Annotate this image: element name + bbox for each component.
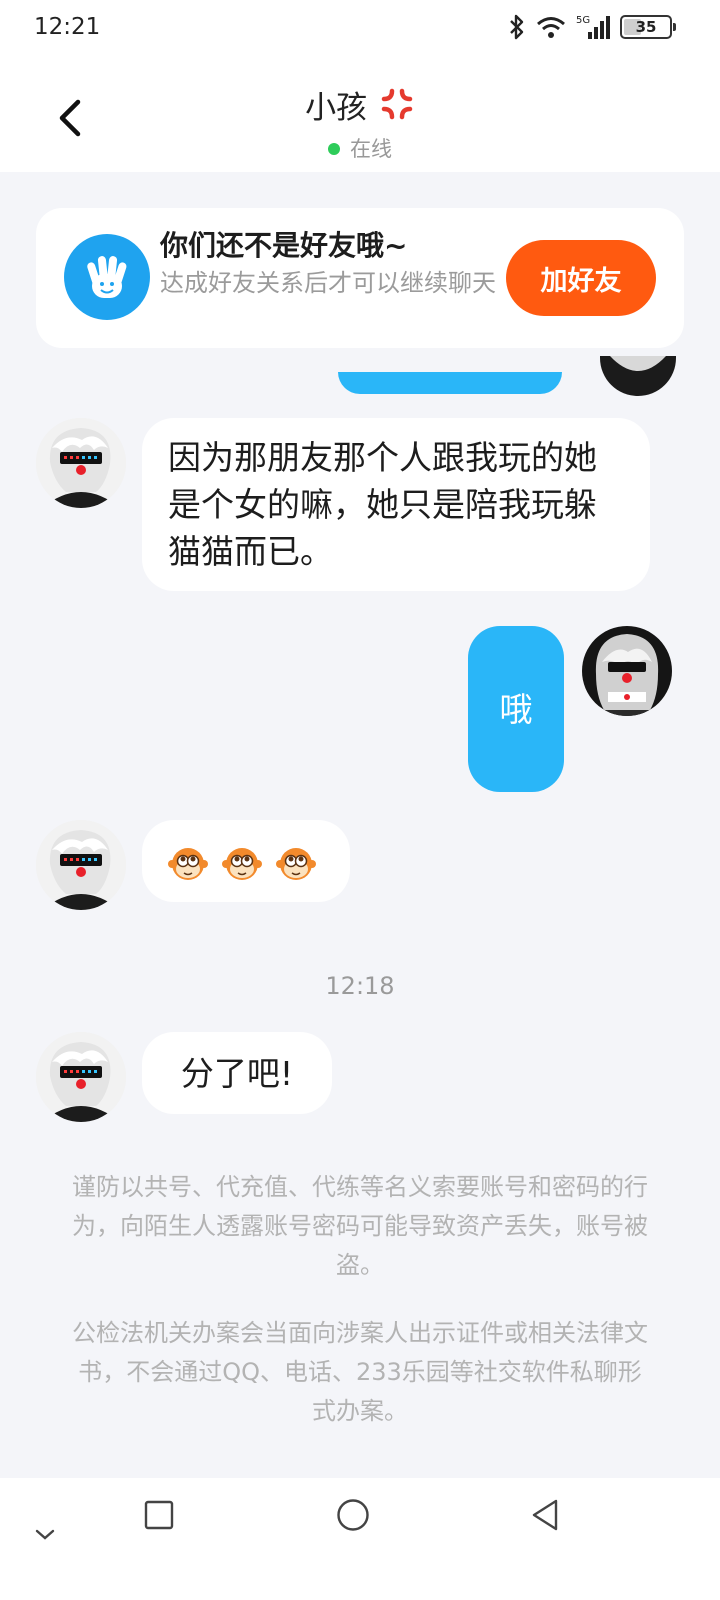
online-dot-icon	[328, 143, 340, 155]
wave-hand-icon	[64, 234, 150, 320]
banner-title: 你们还不是好友哦~	[160, 229, 408, 262]
chat-title-row: 小孩	[0, 82, 720, 127]
online-status: 在线	[0, 133, 720, 163]
add-friend-button[interactable]: 加好友	[506, 240, 656, 316]
back-triangle-icon[interactable]	[530, 1498, 560, 1532]
home-icon[interactable]	[336, 1498, 370, 1532]
my-avatar[interactable]	[582, 626, 672, 716]
contact-avatar[interactable]	[36, 418, 126, 508]
banner-description: 达成好友关系后才可以继续聊天	[160, 269, 496, 297]
status-time: 12:21	[34, 14, 101, 40]
message-bubble-received[interactable]: 分了吧!	[142, 1032, 332, 1114]
contact-avatar[interactable]	[36, 1032, 126, 1122]
recent-apps-icon[interactable]	[144, 1500, 174, 1530]
title-block: 小孩 在线	[0, 82, 720, 163]
status-icons: 5G 35	[508, 14, 676, 40]
status-bar: 12:21 5G 35	[0, 0, 720, 60]
battery-text: 35	[635, 18, 657, 36]
chat-title: 小孩	[305, 90, 368, 126]
timestamp-divider: 12:18	[325, 972, 395, 1000]
message-bubble-received[interactable]: 因为那朋友那个人跟我玩的她是个女的嘛，她只是陪我玩躲猫猫而已。	[142, 418, 650, 591]
contact-avatar[interactable]	[36, 820, 126, 910]
chevron-down-icon[interactable]	[34, 1528, 56, 1542]
monkey-face-icon	[168, 848, 316, 880]
system-navigation-bar	[0, 1478, 720, 1600]
previous-message-bubble[interactable]	[338, 372, 562, 394]
online-status-text: 在线	[350, 137, 392, 161]
message-bubble-emoji[interactable]	[142, 820, 350, 902]
network-label: 5G	[576, 15, 590, 26]
previous-avatar[interactable]	[600, 356, 676, 396]
friend-request-banner: 你们还不是好友哦~ 达成好友关系后才可以继续聊天 加好友	[36, 208, 684, 348]
bluetooth-icon	[510, 14, 524, 40]
safety-notice-police: 公检法机关办案会当面向涉案人出示证件或相关法律文书，不会通过QQ、电话、233乐…	[72, 1319, 648, 1425]
safety-notice-account: 谨防以共号、代充值、代练等名义索要账号和密码的行为，向陌生人透露账号密码可能导致…	[72, 1173, 648, 1279]
signal-icon: 5G	[576, 15, 610, 39]
chat-header: 小孩 在线	[0, 60, 720, 172]
message-bubble-sent[interactable]: 哦	[468, 626, 564, 792]
anger-symbol-icon	[381, 88, 413, 120]
battery-indicator: 35	[620, 15, 676, 39]
wifi-icon	[537, 17, 565, 38]
